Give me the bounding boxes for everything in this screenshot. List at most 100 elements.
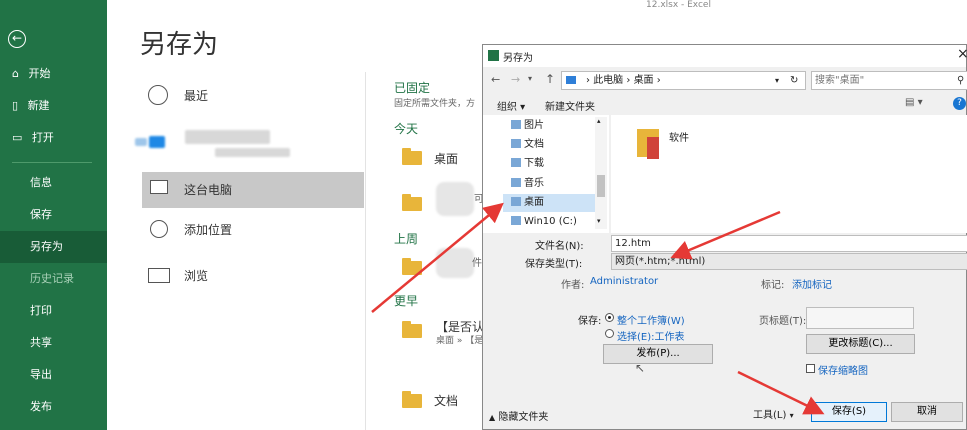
breadcrumb-item[interactable]: 此电脑 [593,75,623,86]
nav-scrollbar[interactable]: ▴ ▾ [595,117,607,229]
refresh-icon[interactable]: ↻ [790,72,798,89]
save-button[interactable]: 保存(S) [811,402,887,422]
home-icon: ⌂ [12,67,19,80]
documents-icon [511,139,521,148]
thumbnail-checkbox[interactable] [806,364,815,373]
page-title-input[interactable] [806,307,914,329]
radio-selection[interactable] [605,329,614,338]
filename-label: 文件名(N): [535,241,584,252]
blurred-logo [149,136,165,148]
tags-value[interactable]: 添加标记 [792,276,832,291]
nav-up-icon[interactable]: ↑ [545,72,555,86]
blurred-tail: 件 [472,258,482,269]
tree-label: 音乐 [524,178,544,189]
drive-icon [511,216,521,225]
back-arrow-icon[interactable]: ← [8,30,26,48]
hide-folders-toggle[interactable]: ▲ 隐藏文件夹 [489,408,548,423]
rail-item-publish[interactable]: 发布 [0,391,107,423]
rail-item-share[interactable]: 共享 [0,327,107,359]
rail-item-save-as[interactable]: 另存为 [0,231,107,263]
search-input[interactable]: 搜索"桌面" ⚲ [811,71,967,90]
radio-selection-label[interactable]: 选择(E):工作表 [617,328,685,343]
tree-item-desktop[interactable]: 桌面 [503,194,595,212]
blurred-item [436,182,474,216]
location-recent[interactable]: 最近 [142,78,364,114]
cancel-button[interactable]: 取消 [891,402,963,422]
recent-folder-label[interactable]: 桌面 [434,150,458,167]
open-folder-icon: ▭ [12,131,23,144]
radio-entire-workbook[interactable] [605,313,614,322]
location-add-place[interactable]: 添加位置 [142,212,364,248]
nav-forward-icon[interactable]: → [511,73,520,86]
recent-folder-label[interactable]: 文档 [434,392,458,409]
author-value[interactable]: Administrator [590,276,658,287]
pinned-heading: 已固定 [394,81,431,95]
filename-input[interactable]: 12.htm [611,235,967,252]
folder-label: 软件 [669,133,689,144]
tools-button[interactable]: 工具(L) ▾ [753,406,794,421]
pictures-icon [511,120,521,129]
pinned-hint: 固定所需文件夹，方 [394,99,476,109]
tree-item-pictures[interactable]: 图片 [511,117,591,135]
address-dropdown-icon[interactable]: ▾ [775,72,779,89]
rail-item-open[interactable]: ▭ 打开 [0,122,107,154]
tree-item-music[interactable]: 音乐 [511,175,591,193]
scroll-thumb[interactable] [597,175,605,197]
author-label: 作者: [561,280,585,291]
location-label: 添加位置 [184,223,233,237]
filename-value: 12.htm [615,238,651,249]
clock-icon [148,85,168,105]
help-icon[interactable]: ? [953,97,966,110]
chevron-up-icon: ▲ [489,413,496,422]
address-bar[interactable]: › 此电脑 › 桌面 › ▾ ↻ [561,71,806,90]
location-browse[interactable]: 浏览 [142,258,364,294]
blurred-logo [135,138,147,146]
location-this-pc[interactable]: 这台电脑 [142,172,364,208]
location-label: 浏览 [184,269,209,283]
rail-item-new[interactable]: ▯ 新建 [0,90,107,122]
pc-icon [566,76,576,84]
rail-item-label: 打开 [31,131,54,144]
recent-locations-icon[interactable]: ▾ [528,74,532,83]
blurred-text [215,148,290,157]
folder-icon [402,258,422,275]
view-options-icon[interactable]: ▤ ▾ [905,97,923,108]
close-icon[interactable]: × [957,46,967,62]
breadcrumb-item[interactable]: 桌面 [634,75,654,86]
rail-item-info[interactable]: 信息 [0,167,107,199]
radio-entire-label[interactable]: 整个工作簿(W) [617,312,685,327]
rail-item-home[interactable]: ⌂ 开始 [0,58,107,90]
organize-button[interactable]: 组织 ▾ [497,98,525,113]
new-file-icon: ▯ [12,99,19,112]
publish-button[interactable]: 发布(P)... [603,344,713,364]
new-folder-button[interactable]: 新建文件夹 [545,98,595,113]
rail-item-print[interactable]: 打印 [0,295,107,327]
nav-back-icon[interactable]: ← [491,73,500,86]
folder-icon [402,148,422,165]
tree-item-documents[interactable]: 文档 [511,136,591,154]
tree-item-downloads[interactable]: 下载 [511,155,591,173]
tree-label: Win10 (C:) [524,216,577,227]
folder-item-software[interactable]: 软件 [633,125,723,165]
folder-icon [402,391,422,408]
thumbnail-label[interactable]: 保存缩略图 [818,362,868,377]
change-title-button[interactable]: 更改标题(C)... [806,334,915,354]
scroll-up-icon[interactable]: ▴ [597,117,601,125]
folder-open-icon [148,268,170,283]
last-week-heading: 上周 [394,232,419,246]
tree-item-c-drive[interactable]: Win10 (C:) [511,215,591,229]
filetype-value: 网页(*.htm;*.html) [615,256,706,267]
rail-item-export[interactable]: 导出 [0,359,107,391]
files-divider [365,72,366,430]
blurred-item [436,248,474,278]
scroll-down-icon[interactable]: ▾ [597,217,601,225]
rail-divider [12,162,92,163]
rail-item-history[interactable]: 历史记录 [0,263,107,295]
rail-item-label: 新建 [27,99,50,112]
rail-item-save[interactable]: 保存 [0,199,107,231]
filetype-select[interactable]: 网页(*.htm;*.html) [611,253,967,270]
window-title: 12.xlsx - Excel [646,0,711,10]
globe-plus-icon [150,220,168,238]
downloads-icon [511,158,521,167]
today-heading: 今天 [394,122,419,136]
